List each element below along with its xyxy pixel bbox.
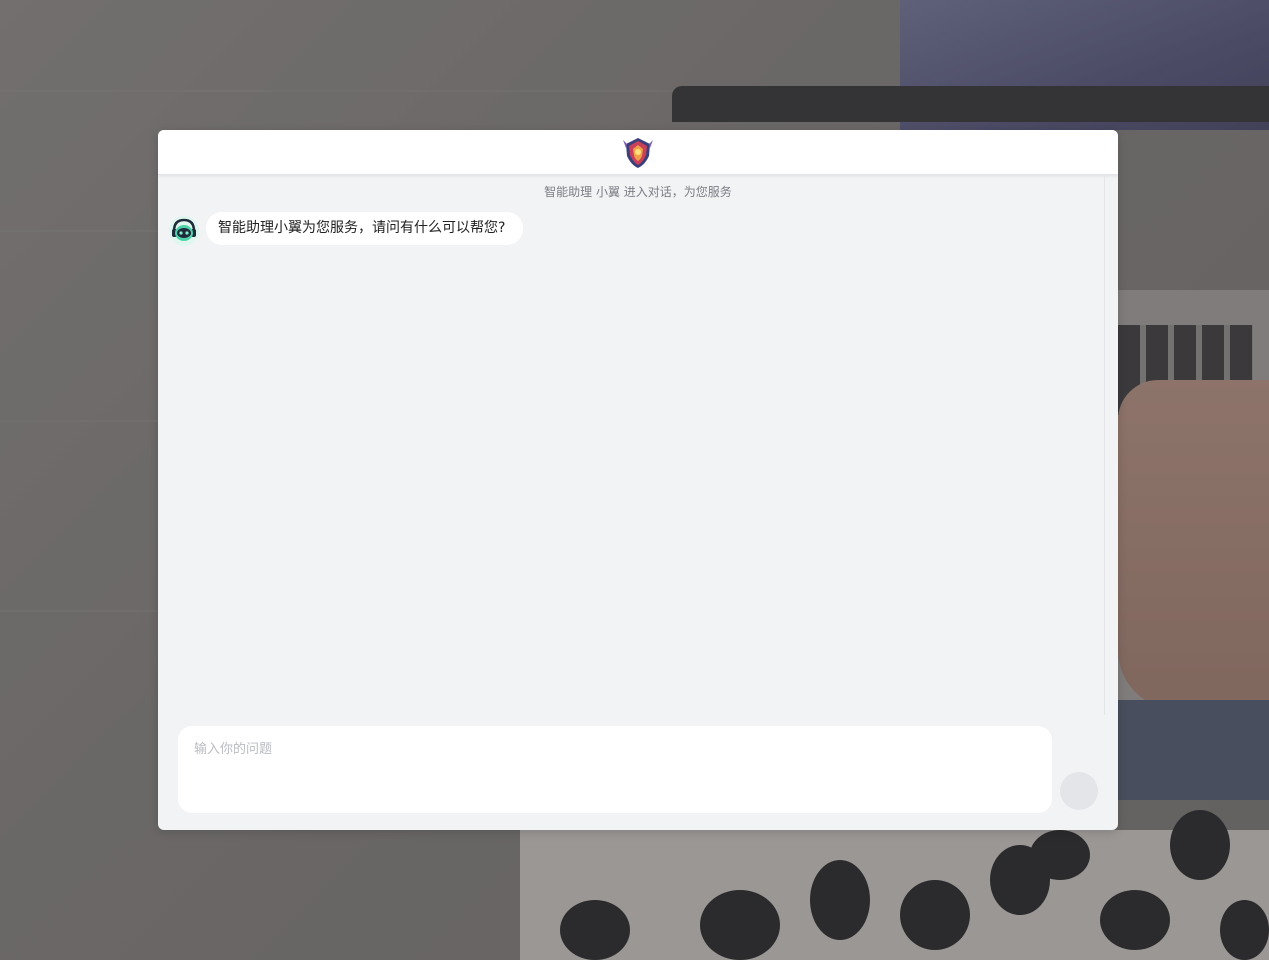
- send-button[interactable]: [1060, 772, 1098, 810]
- chat-window: 智能助理 小翼 进入对话，为您服务 智能助理小翼为您服务，请问有什么可以帮您?: [158, 130, 1118, 830]
- question-input[interactable]: [194, 738, 1034, 798]
- system-notice: 智能助理 小翼 进入对话，为您服务: [544, 185, 732, 199]
- question-input-box[interactable]: [178, 726, 1052, 813]
- shield-emblem-icon: [623, 138, 653, 168]
- bot-message-bubble: 智能助理小翼为您服务，请问有什么可以帮您?: [206, 212, 524, 245]
- chat-message-area[interactable]: 智能助理 小翼 进入对话，为您服务 智能助理小翼为您服务，请问有什么可以帮您?: [158, 175, 1105, 715]
- robot-headset-icon: [169, 216, 199, 246]
- chat-header: [158, 130, 1118, 175]
